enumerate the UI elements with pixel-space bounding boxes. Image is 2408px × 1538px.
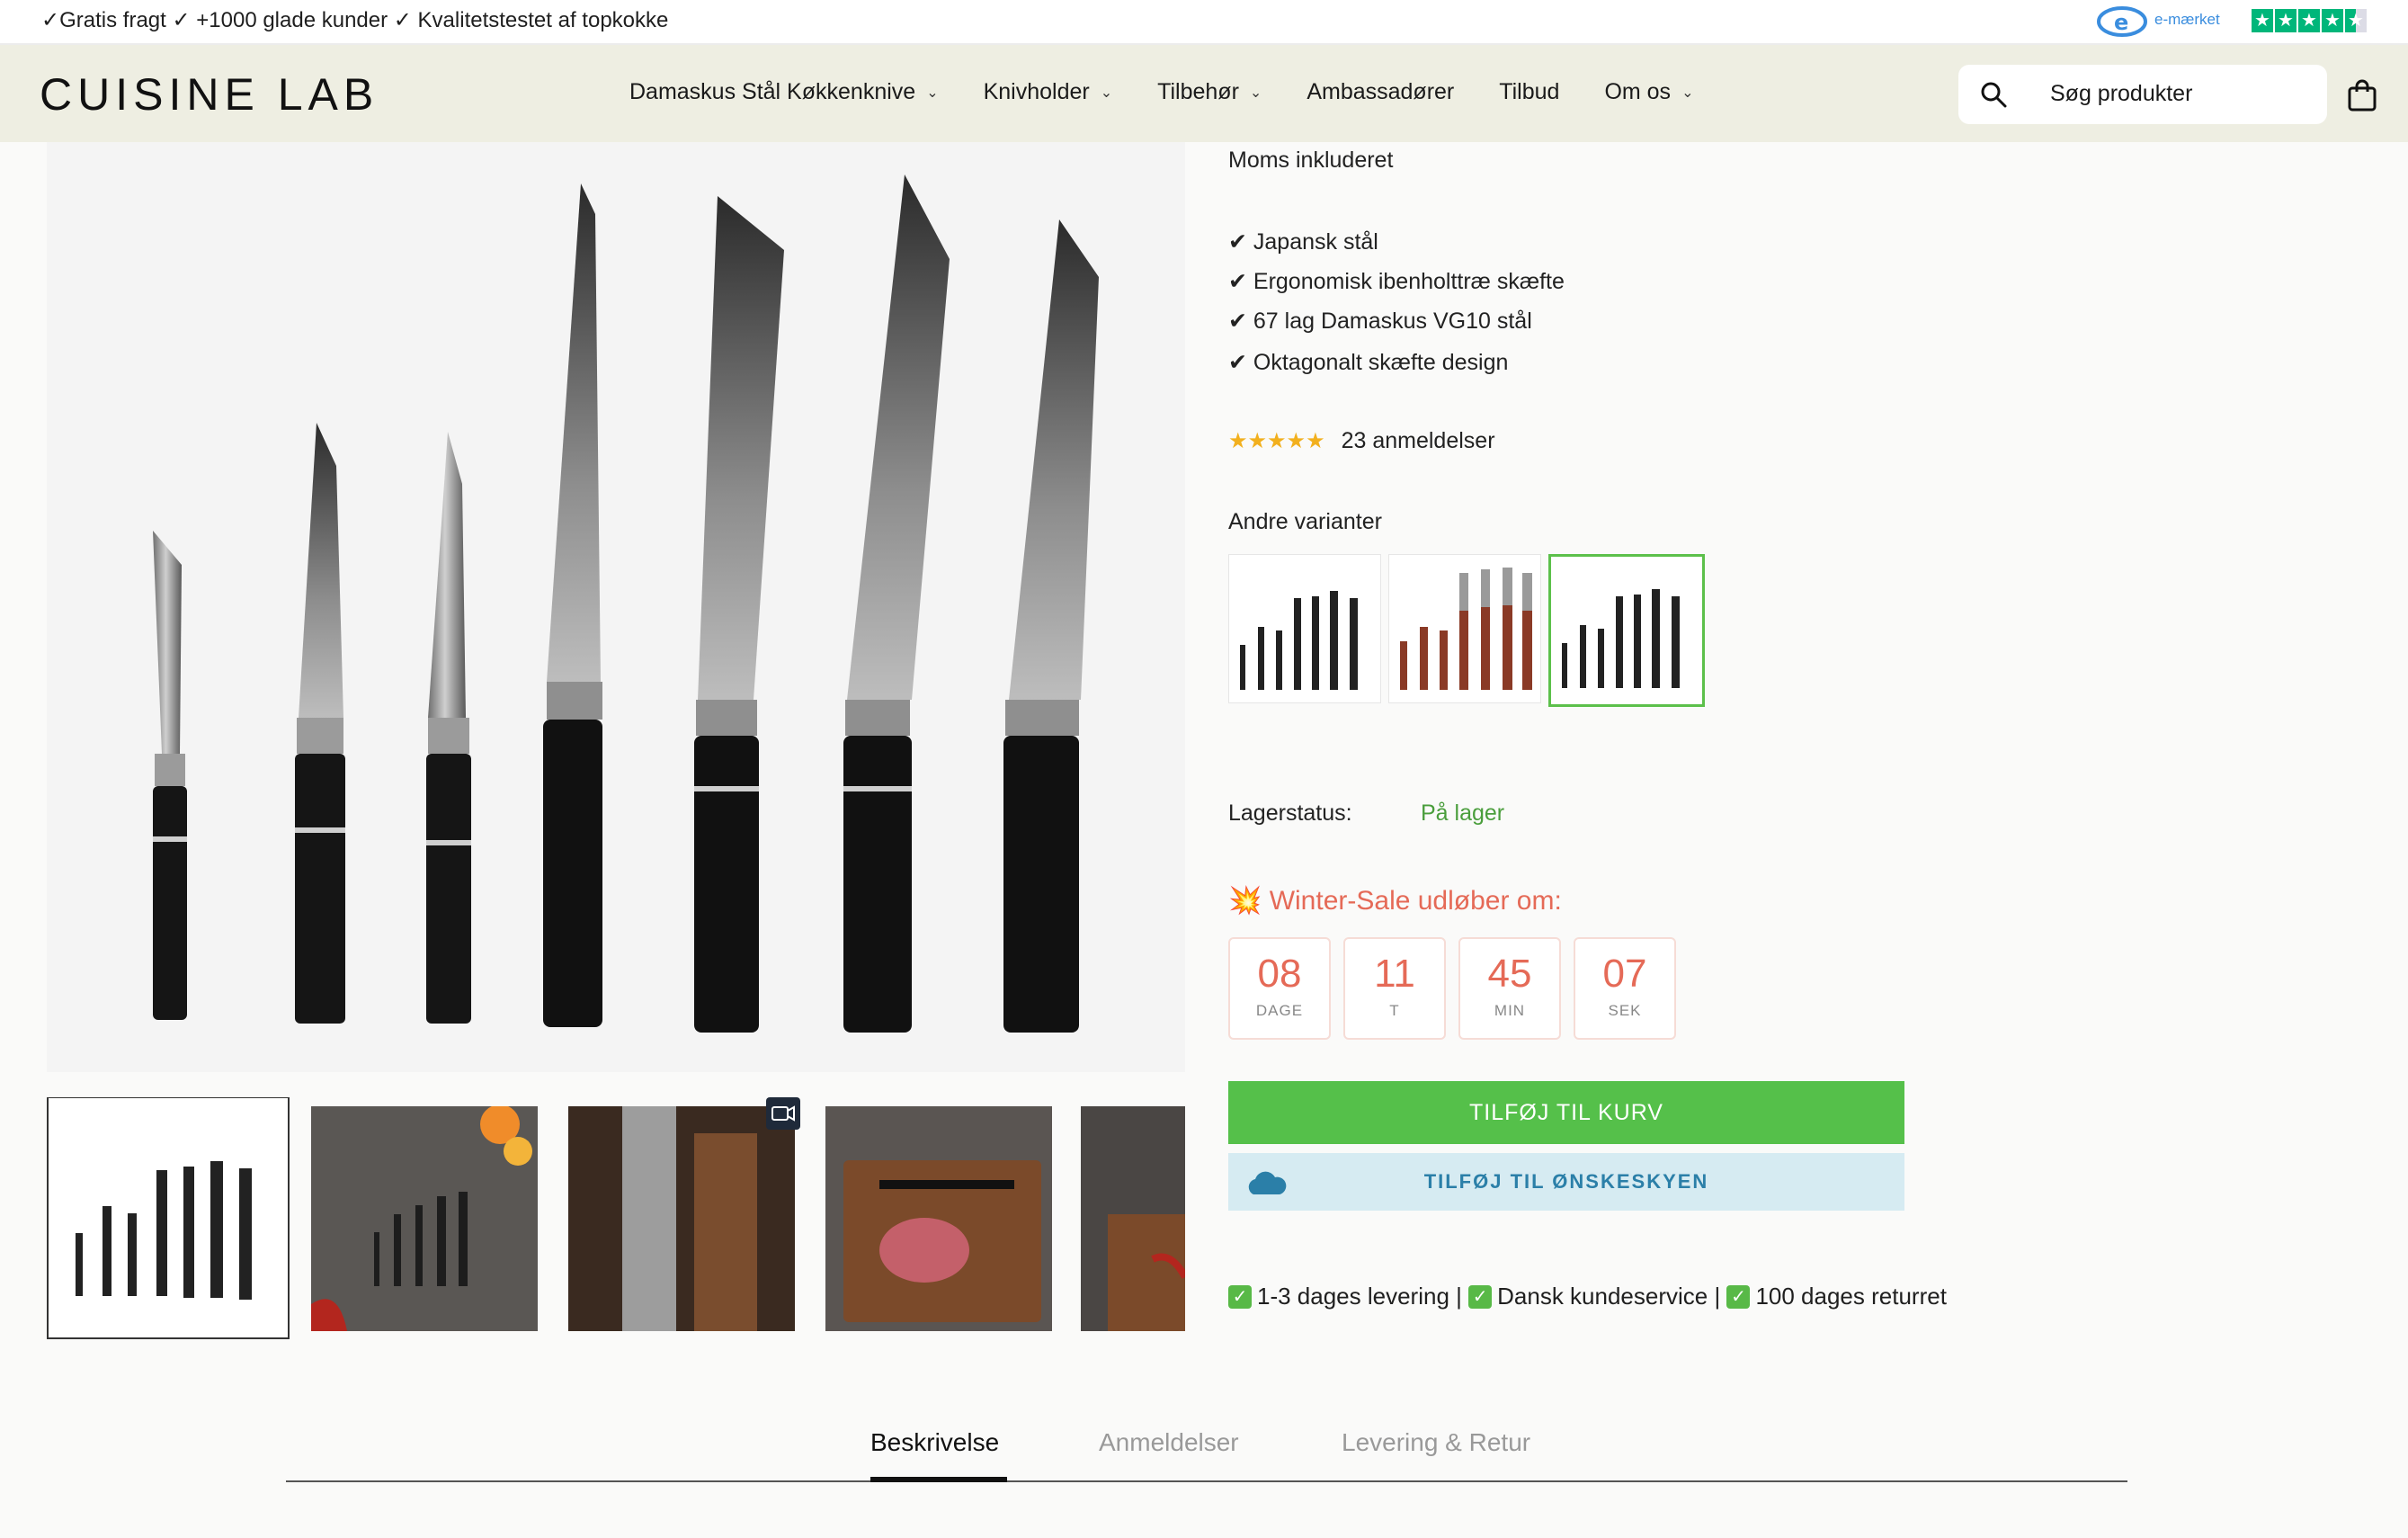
thumbnail-image [825, 1106, 1052, 1331]
variant-image [1389, 555, 1540, 702]
check-icon: ✓ [1228, 1284, 1252, 1309]
add-to-cart-button[interactable]: TILFØJ TIL KURV [1228, 1081, 1904, 1144]
rating-stars-icon: ★★★★★ [1228, 429, 1325, 453]
countdown-days: 08 DAGE [1228, 937, 1331, 1040]
benefit-item: 1-3 dages levering [1257, 1283, 1449, 1310]
thumbnail-2[interactable] [311, 1106, 538, 1331]
nav-label: Knivholder [983, 79, 1090, 104]
nav-item-ambassadors[interactable]: Ambassadører [1307, 79, 1454, 105]
nav-item-about[interactable]: Om os ⌄ [1604, 79, 1693, 105]
site-logo[interactable]: CUISINE LAB [40, 68, 379, 121]
trustpilot-stars[interactable]: ★ ★ ★ ★ ★ [2252, 9, 2370, 32]
announcement-bar: ✓Gratis fragt ✓ +1000 glade kunder ✓ Kva… [0, 0, 2408, 45]
nav-label: Om os [1604, 79, 1672, 104]
variant-option-3[interactable] [1548, 554, 1705, 707]
check-icon: ✓ [1726, 1284, 1751, 1309]
nav-item-knives[interactable]: Damaskus Stål Køkkenknive ⌄ [629, 79, 939, 105]
search-placeholder: Søg produkter [2050, 81, 2193, 106]
add-to-wishlist-button[interactable]: TILFØJ TIL ØNSKESKYEN [1228, 1153, 1904, 1211]
cart-icon[interactable] [2347, 79, 2377, 112]
countdown-unit: MIN [1494, 1002, 1526, 1019]
active-tab-indicator [870, 1477, 1007, 1482]
countdown-unit: DAGE [1255, 1002, 1304, 1019]
star-icon: ★ [2322, 9, 2343, 32]
feature-item: ✔ Japansk stål [1228, 229, 1378, 255]
svg-text:e: e [2114, 10, 2128, 35]
emaerket-label: e-mærket [2154, 11, 2220, 28]
thumbnail-image [1081, 1106, 1185, 1331]
nav-item-accessories[interactable]: Tilbehør ⌄ [1157, 79, 1262, 105]
main-nav: Damaskus Stål Køkkenknive ⌄ Knivholder ⌄ T… [629, 79, 1738, 105]
divider: | [1708, 1283, 1727, 1310]
countdown-minutes: 45 MIN [1458, 937, 1561, 1040]
variant-option-1[interactable] [1228, 554, 1381, 703]
tab-delivery-returns[interactable]: Levering & Retur [1342, 1428, 1530, 1457]
countdown-value: 07 [1602, 952, 1647, 996]
nav-label: Tilbud [1499, 79, 1560, 104]
variant-option-2[interactable] [1388, 554, 1541, 703]
countdown-unit: T [1389, 1002, 1400, 1019]
sale-heading: 💥 Winter-Sale udløber om: [1228, 885, 1562, 917]
star-icon: ★ [2275, 9, 2297, 32]
video-icon [766, 1097, 800, 1130]
countdown-unit: SEK [1608, 1002, 1642, 1019]
thumbnail-1[interactable] [47, 1097, 290, 1339]
cloud-icon [1248, 1171, 1287, 1194]
emaerket-logo-icon: e [2097, 6, 2147, 37]
chevron-down-icon: ⌄ [926, 85, 939, 101]
star-icon: ★ [2252, 9, 2273, 32]
benefit-item: Dansk kundeservice [1497, 1283, 1708, 1310]
countdown-seconds: 07 SEK [1574, 937, 1676, 1040]
nav-item-offers[interactable]: Tilbud [1499, 79, 1559, 105]
tab-reviews[interactable]: Anmeldelser [1099, 1428, 1239, 1457]
main-product-image[interactable] [47, 142, 1185, 1072]
variant-image [1229, 555, 1380, 702]
knife-set-image [47, 142, 1185, 1072]
star-icon: ★ [2298, 9, 2320, 32]
nav-item-knife-holder[interactable]: Knivholder ⌄ [984, 79, 1113, 105]
announcement-text: ✓Gratis fragt ✓ +1000 glade kunder ✓ Kva… [41, 8, 669, 32]
search-icon [1981, 82, 2007, 108]
stock-status: På lager [1421, 800, 1505, 826]
product-tabs: Beskrivelse Anmeldelser Levering & Retur [286, 1421, 2127, 1482]
reviews-count: 23 anmeldelser [1341, 428, 1495, 453]
countdown-value: 45 [1487, 952, 1532, 996]
site-header: CUISINE LAB Damaskus Stål Køkkenknive ⌄ K… [0, 45, 2408, 142]
nav-label: Damaskus Stål Køkkenknive [629, 79, 916, 104]
countdown-hours: 11 T [1343, 937, 1446, 1040]
thumbnail-4[interactable] [825, 1106, 1052, 1331]
benefits-row: ✓ 1-3 dages levering | ✓ Dansk kundeserv… [1228, 1283, 1947, 1310]
tax-note: Moms inkluderet [1228, 148, 1394, 173]
thumbnail-image [49, 1098, 288, 1337]
sale-text: Winter-Sale udløber om: [1269, 886, 1562, 916]
variants-label: Andre varianter [1228, 509, 1382, 534]
tab-description[interactable]: Beskrivelse [870, 1428, 999, 1457]
feature-item: ✔ 67 lag Damaskus VG10 stål [1228, 308, 1532, 334]
emaerket-badge[interactable]: e e-mærket [2097, 5, 2232, 38]
check-icon: ✓ [1468, 1284, 1493, 1309]
nav-label: Tilbehør [1157, 79, 1239, 104]
wishlist-label: TILFØJ TIL ØNSKESKYEN [1423, 1170, 1709, 1193]
thumbnail-3[interactable] [568, 1106, 795, 1331]
thumbnail-strip [47, 1097, 1185, 1340]
benefit-item: 100 dages returret [1755, 1283, 1947, 1310]
nav-label: Ambassadører [1307, 79, 1455, 104]
thumbnail-image [311, 1106, 538, 1331]
variant-image [1551, 557, 1699, 701]
product-rating[interactable]: ★★★★★ 23 anmeldelser [1228, 428, 1495, 454]
chevron-down-icon: ⌄ [1100, 85, 1113, 101]
divider: | [1449, 1283, 1469, 1310]
thumbnail-image [568, 1106, 795, 1331]
countdown-value: 08 [1257, 952, 1302, 996]
feature-item: ✔ Oktagonalt skæfte design [1228, 350, 1509, 375]
feature-item: ✔ Ergonomisk ibenholttræ skæfte [1228, 269, 1565, 294]
chevron-down-icon: ⌄ [1249, 85, 1262, 101]
stock-label: Lagerstatus: [1228, 800, 1352, 826]
search-input[interactable]: Søg produkter [1958, 65, 2327, 124]
chevron-down-icon: ⌄ [1681, 85, 1694, 101]
burst-icon: 💥 [1228, 886, 1262, 916]
thumbnail-5[interactable] [1081, 1106, 1185, 1331]
star-icon: ★ [2345, 9, 2367, 32]
countdown-value: 11 [1374, 952, 1415, 996]
